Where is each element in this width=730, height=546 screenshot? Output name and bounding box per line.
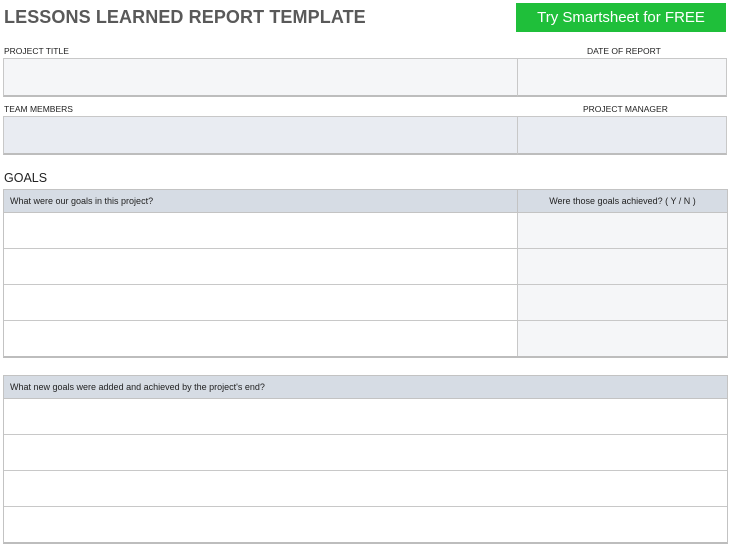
achieved-cell[interactable]: [518, 285, 727, 320]
project-manager-field[interactable]: [517, 116, 727, 155]
achieved-column-header: Were those goals achieved? ( Y / N ): [549, 196, 696, 206]
table-row: [4, 507, 727, 542]
project-manager-label: PROJECT MANAGER: [583, 104, 668, 114]
table-row: [4, 249, 727, 285]
table-row: [4, 471, 727, 507]
team-members-label: TEAM MEMBERS: [4, 104, 73, 114]
goal-cell[interactable]: [4, 285, 518, 320]
project-title-label: PROJECT TITLE: [4, 46, 69, 56]
page-title: LESSONS LEARNED REPORT TEMPLATE: [4, 7, 366, 27]
achieved-cell[interactable]: [518, 321, 727, 356]
goal-cell[interactable]: [4, 249, 518, 284]
goals-table-header: What were our goals in this project? Wer…: [4, 190, 727, 213]
date-of-report-field[interactable]: [517, 58, 727, 97]
try-smartsheet-button[interactable]: Try Smartsheet for FREE: [516, 3, 726, 32]
goals-column-header: What were our goals in this project?: [4, 190, 518, 212]
goal-cell[interactable]: [4, 213, 518, 248]
new-goals-table-header: What new goals were added and achieved b…: [4, 376, 727, 399]
table-row: [4, 213, 727, 249]
new-goals-table: What new goals were added and achieved b…: [3, 375, 728, 544]
goals-table: What were our goals in this project? Wer…: [3, 189, 728, 358]
new-goal-cell[interactable]: [4, 471, 727, 506]
project-title-field[interactable]: [3, 58, 518, 97]
table-row: [4, 321, 727, 356]
achieved-cell[interactable]: [518, 213, 727, 248]
goal-cell[interactable]: [4, 321, 518, 356]
table-row: [4, 399, 727, 435]
table-row: [4, 285, 727, 321]
team-members-field[interactable]: [3, 116, 518, 155]
achieved-cell[interactable]: [518, 249, 727, 284]
goals-section-title: GOALS: [4, 171, 48, 185]
new-goal-cell[interactable]: [4, 507, 727, 542]
date-of-report-label: DATE OF REPORT: [587, 46, 661, 56]
new-goals-column-header: What new goals were added and achieved b…: [10, 382, 265, 392]
new-goal-cell[interactable]: [4, 399, 727, 434]
table-row: [4, 435, 727, 471]
new-goal-cell[interactable]: [4, 435, 727, 470]
